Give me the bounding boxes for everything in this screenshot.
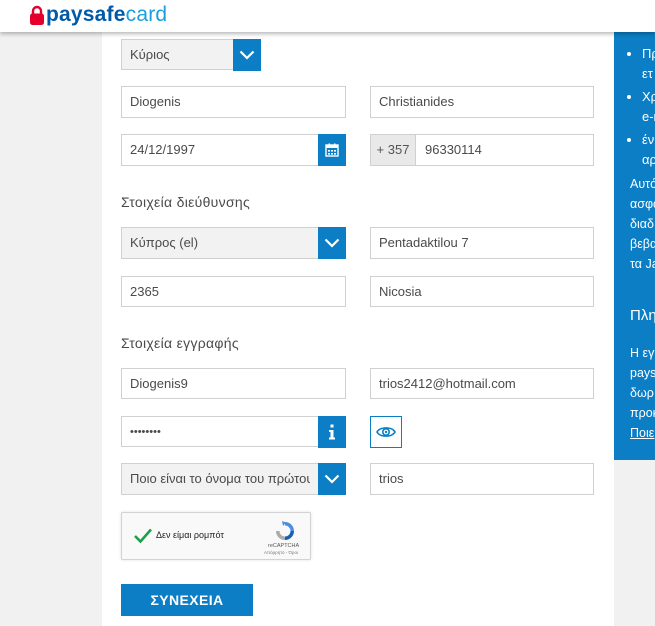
benefit-line: Χρ	[642, 89, 655, 104]
username-input[interactable]: Diogenis9	[121, 368, 346, 399]
email-input[interactable]: trios2412@hotmail.com	[370, 368, 594, 399]
street-value: Pentadaktilou 7	[379, 235, 469, 250]
top-bar: paysafecard	[0, 0, 655, 32]
brand-part-2: card	[125, 3, 168, 26]
birth-date-input[interactable]: 24/12/1997	[121, 134, 346, 166]
security-question-value: Ποιο είναι το όνομα του πρώτου	[130, 471, 310, 486]
brand-part-1: paysafe	[46, 3, 126, 26]
phone-country-code: + 357	[371, 135, 416, 165]
email-value: trios2412@hotmail.com	[379, 376, 516, 391]
title-select[interactable]: Κύριος	[121, 39, 261, 71]
postal-code-input[interactable]: 2365	[121, 276, 346, 307]
last-name-value: Christianides	[379, 94, 455, 109]
benefit-line: έν	[642, 132, 655, 147]
info-link[interactable]: Ποιε	[630, 423, 654, 443]
calendar-button[interactable]	[318, 134, 346, 166]
country-dropdown-button[interactable]	[318, 227, 346, 259]
country-select-value: Κύπρος (el)	[130, 235, 199, 250]
security-question-select[interactable]: Ποιο είναι το όνομα του πρώτου	[121, 463, 346, 495]
info-side-panel: Πρ ετ Χρ e-m έν αρ Αυτό ασφα διαδ βεβα τα J…	[614, 32, 655, 460]
info-paragraph-2: Η εγ pays δωρ προκ	[630, 346, 655, 420]
title-dropdown-button[interactable]	[233, 39, 261, 71]
brand-wordmark: paysafecard	[46, 2, 167, 28]
recaptcha-brand: reCAPTCHA	[268, 543, 300, 549]
benefit-item: Πρ ετ	[625, 44, 655, 84]
country-select[interactable]: Κύπρος (el)	[121, 227, 346, 259]
security-question-dropdown-button[interactable]	[318, 463, 346, 495]
first-name-value: Diogenis	[130, 94, 181, 109]
last-name-input[interactable]: Christianides	[370, 86, 594, 118]
recaptcha-terms[interactable]: Απόρρητο - Όροι	[264, 550, 298, 555]
recaptcha-label: Δεν είμαι ρομπότ	[156, 530, 224, 540]
postal-code-value: 2365	[130, 284, 159, 299]
benefit-item: έν αρ	[625, 130, 655, 170]
continue-button[interactable]: ΣΥΝΕΧΕΙΑ	[121, 584, 253, 616]
password-input[interactable]: ••••••••	[121, 416, 346, 448]
show-password-button[interactable]	[370, 416, 402, 448]
benefit-line: Πρ	[642, 46, 655, 61]
benefit-line: αρ	[642, 152, 655, 167]
chevron-down-icon	[324, 238, 340, 248]
info-icon	[329, 424, 335, 440]
recaptcha-widget[interactable]: Δεν είμαι ρομπότ reCAPTCHA Απόρρητο - Όρ…	[121, 512, 311, 560]
birth-date-value: 24/12/1997	[130, 142, 196, 157]
city-value: Nicosia	[379, 284, 422, 299]
info-paragraph: Αυτό ασφα διαδ βεβα τα Ja	[630, 177, 655, 271]
password-info-button[interactable]	[318, 416, 346, 448]
chevron-down-icon	[324, 474, 340, 484]
checkmark-icon[interactable]	[133, 527, 153, 545]
phone-input[interactable]: + 357 96330114	[370, 134, 594, 166]
city-input[interactable]: Nicosia	[370, 276, 594, 307]
benefit-line: e-m	[642, 109, 655, 124]
street-input[interactable]: Pentadaktilou 7	[370, 227, 594, 259]
phone-number-value: 96330114	[425, 142, 482, 157]
info-heading: Πληρ	[630, 307, 655, 324]
benefits-list: Πρ ετ Χρ e-m έν αρ	[625, 44, 655, 173]
address-section-title: Στοιχεία διεύθυνσης	[121, 194, 251, 210]
recaptcha-logo-icon	[276, 521, 294, 540]
eye-icon	[376, 427, 396, 437]
username-value: Diogenis9	[130, 376, 188, 391]
password-value: ••••••••	[130, 426, 161, 438]
title-select-value: Κύριος	[130, 47, 170, 62]
benefit-line: ετ	[642, 66, 653, 81]
calendar-icon	[325, 143, 339, 157]
chevron-down-icon	[239, 50, 255, 60]
benefit-item: Χρ e-m	[625, 87, 655, 127]
paysafecard-logo[interactable]: paysafecard	[29, 2, 167, 28]
security-answer-value: trios	[379, 471, 404, 486]
lock-icon	[30, 5, 44, 25]
first-name-input[interactable]: Diogenis	[121, 86, 346, 118]
registration-section-title: Στοιχεία εγγραφής	[121, 335, 239, 351]
security-answer-input[interactable]: trios	[370, 463, 594, 495]
